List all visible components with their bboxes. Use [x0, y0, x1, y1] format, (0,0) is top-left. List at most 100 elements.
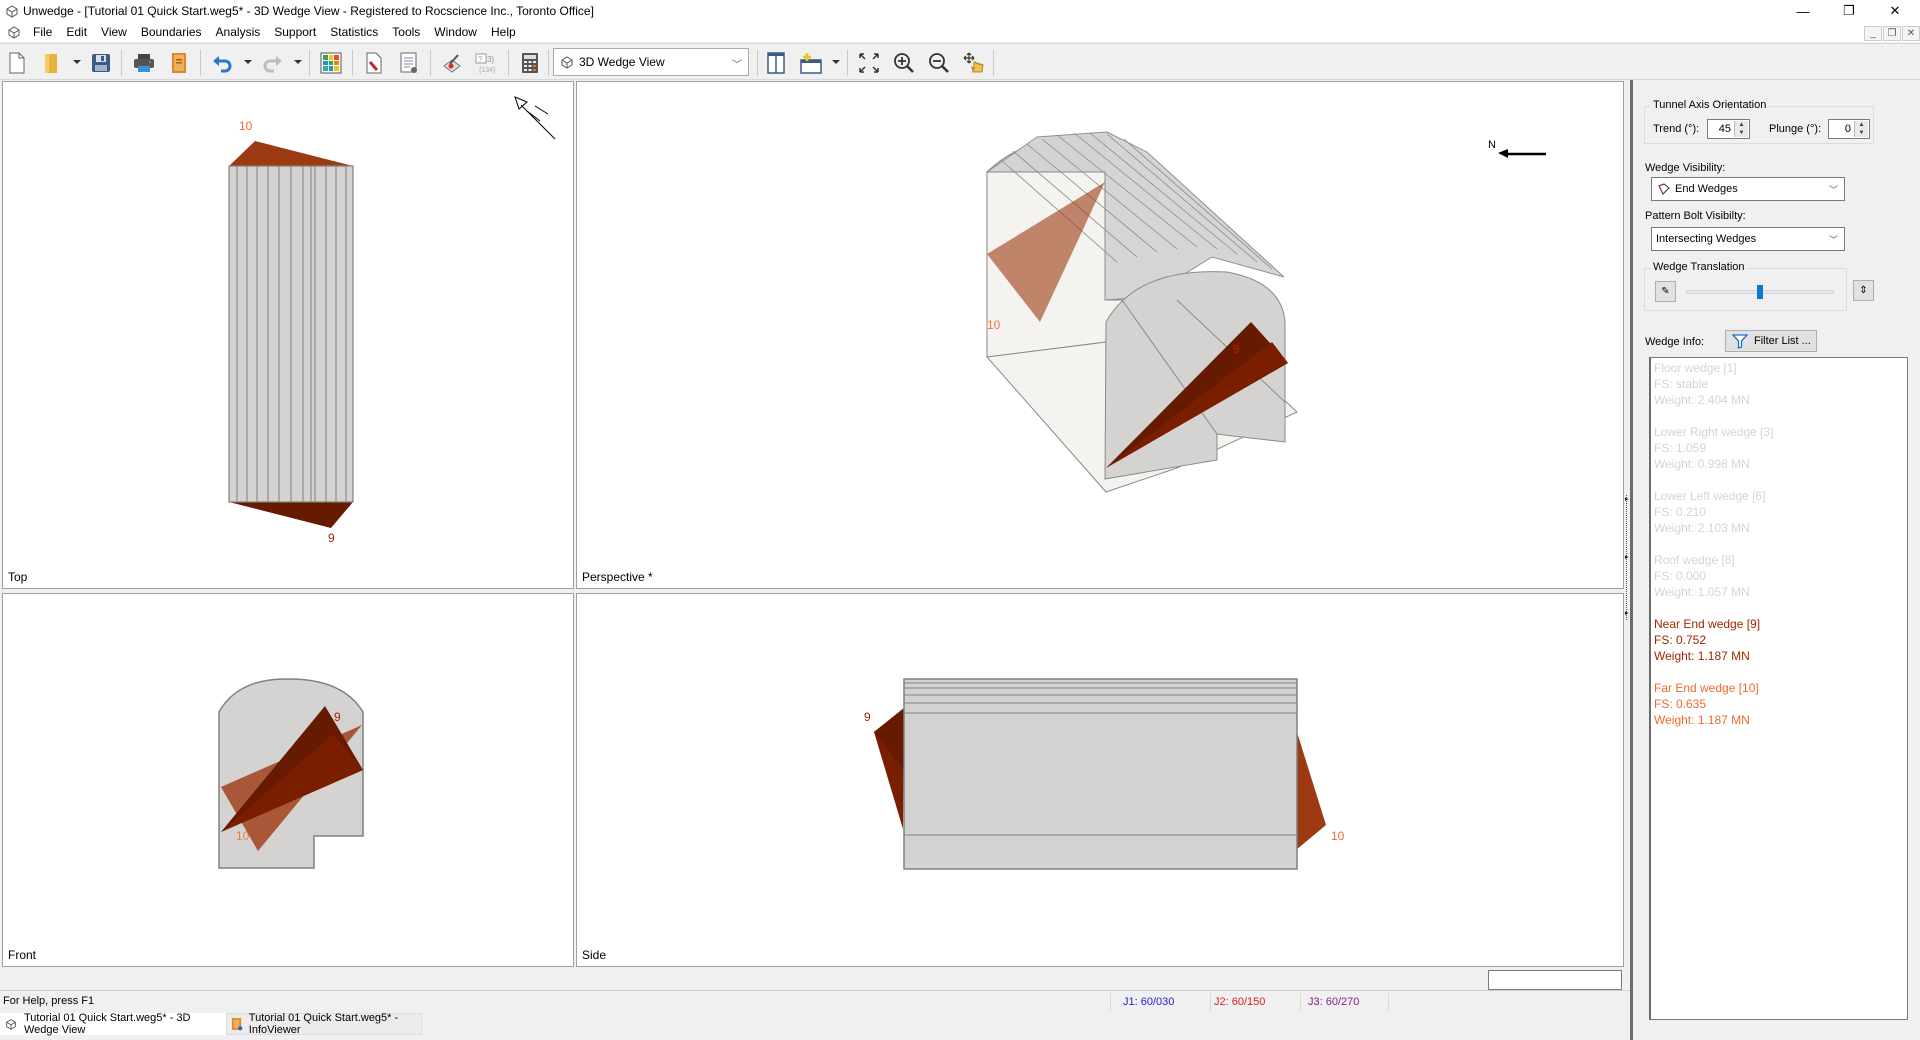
menu-help[interactable]: Help — [484, 25, 523, 39]
wedge-name: Near End wedge [9] — [1654, 617, 1761, 631]
wedge-pick-button[interactable] — [361, 50, 387, 76]
filter-list-button[interactable]: Filter List ... — [1725, 330, 1817, 352]
menu-statistics[interactable]: Statistics — [323, 25, 385, 39]
menu-boundaries[interactable]: Boundaries — [134, 25, 209, 39]
redo-button[interactable] — [259, 50, 285, 76]
plunge-value: 0 — [1844, 123, 1851, 135]
info-viewer-button[interactable] — [166, 50, 192, 76]
viewport-top[interactable]: 10 9 Top — [2, 81, 574, 589]
wedge-fs: FS: 0.000 — [1654, 569, 1707, 583]
wedge-pick-icon — [366, 52, 382, 74]
add-view-dropdown-arrow[interactable] — [832, 60, 840, 64]
wedge-info-item[interactable]: Lower Left wedge [6] FS: 0.210 Weight: 2… — [1654, 488, 1904, 536]
viewport-label: Perspective * — [582, 570, 653, 584]
pane-layout-button[interactable] — [763, 50, 789, 76]
undo-button[interactable] — [210, 50, 236, 76]
joint-edit-button[interactable] — [439, 50, 465, 76]
progress-box — [1488, 970, 1622, 990]
pan-button[interactable] — [961, 50, 987, 76]
translation-slider-thumb[interactable] — [1757, 285, 1763, 299]
wedge-info-list[interactable]: Floor wedge [1] FS: stable Weight: 2.404… — [1649, 357, 1908, 1020]
wedge-info-item[interactable]: Near End wedge [9] FS: 0.752 Weight: 1.1… — [1654, 616, 1904, 664]
zoom-in-button[interactable] — [891, 50, 917, 76]
plunge-spinner-icon[interactable]: ▲ ▼ — [1854, 121, 1868, 137]
numbering-button[interactable]: ? 3} {134} — [474, 50, 500, 76]
menu-file[interactable]: File — [26, 25, 59, 39]
trend-label: Trend (°): — [1653, 123, 1700, 135]
menu-view[interactable]: View — [94, 25, 134, 39]
wedge-info-item[interactable]: Floor wedge [1] FS: stable Weight: 2.404… — [1654, 360, 1904, 408]
expand-arrow-icon[interactable]: ▸ — [1625, 495, 1629, 503]
add-view-button[interactable] — [798, 50, 824, 76]
wedge-info-item[interactable]: Lower Right wedge [3] FS: 1.059 Weight: … — [1654, 424, 1904, 472]
undo-icon — [213, 56, 232, 73]
save-button[interactable] — [88, 50, 114, 76]
zoom-extents-button[interactable] — [856, 50, 882, 76]
translation-slider[interactable] — [1686, 285, 1834, 299]
calculator-button[interactable] — [517, 50, 543, 76]
restore-icon: ❐ — [1887, 28, 1897, 39]
wedge-name: Lower Right wedge [3] — [1654, 425, 1774, 439]
print-button[interactable] — [131, 50, 157, 76]
viewport-front[interactable]: 9 10 Front — [2, 593, 574, 967]
minimize-button[interactable]: — — [1780, 0, 1826, 22]
report-button[interactable] — [396, 50, 422, 76]
report-icon — [400, 52, 417, 73]
tab-label: Tutorial 01 Quick Start.weg5* - InfoView… — [248, 1012, 399, 1036]
mdi-minimize-button[interactable]: _ — [1864, 26, 1882, 41]
expand-arrow-icon[interactable]: ▸ — [1625, 553, 1629, 561]
wedge-weight: Weight: 2.404 MN — [1654, 393, 1750, 407]
wedge-info-item[interactable]: Roof wedge [8] FS: 0.000 Weight: 1.057 M… — [1654, 552, 1904, 600]
far-end-wedge — [229, 141, 353, 166]
filter-icon — [1732, 334, 1748, 349]
tab-info-viewer[interactable]: Tutorial 01 Quick Start.weg5* - InfoView… — [226, 1012, 422, 1036]
undo-dropdown-arrow[interactable] — [244, 60, 252, 64]
redo-dropdown-arrow[interactable] — [294, 60, 302, 64]
menu-tools[interactable]: Tools — [385, 25, 427, 39]
menu-support[interactable]: Support — [267, 25, 323, 39]
restore-button[interactable]: ❐ — [1826, 0, 1872, 22]
tab-3d-wedge-view[interactable]: Tutorial 01 Quick Start.weg5* - 3D Wedge… — [0, 1012, 226, 1036]
menu-analysis[interactable]: Analysis — [209, 25, 268, 39]
color-grid-button[interactable] — [318, 50, 344, 76]
far-wedge-label: 10 — [236, 829, 250, 843]
wedge-info-item[interactable]: Far End wedge [10] FS: 0.635 Weight: 1.1… — [1654, 680, 1904, 728]
viewport-perspective[interactable]: 10 9 N Perspective * — [576, 81, 1624, 589]
perspective-view-canvas — [985, 131, 1298, 493]
mdi-restore-button[interactable]: ❐ — [1883, 26, 1901, 41]
pattern-bolt-select[interactable]: Intersecting Wedges ﹀ — [1651, 227, 1845, 251]
open-button[interactable] — [38, 50, 64, 76]
menu-window[interactable]: Window — [427, 25, 484, 39]
trend-input[interactable]: 45 ▲ ▼ — [1707, 119, 1750, 139]
view-select[interactable]: 3D Wedge View ﹀ — [553, 48, 749, 76]
view-select-value: 3D Wedge View — [579, 55, 665, 69]
trend-spinner-icon[interactable]: ▲ ▼ — [1734, 121, 1748, 137]
filter-list-label: Filter List ... — [1754, 335, 1811, 347]
document-icon[interactable] — [6, 24, 22, 40]
chevron-down-icon: ﹀ — [732, 60, 742, 71]
viewport-side[interactable]: 9 10 Side — [576, 593, 1624, 967]
wedge-weight: Weight: 0.998 MN — [1654, 457, 1750, 471]
pan-icon — [963, 52, 984, 73]
chevron-down-icon: ﹀ — [1828, 235, 1838, 245]
menu-edit[interactable]: Edit — [59, 25, 94, 39]
open-dropdown-arrow[interactable] — [73, 60, 81, 64]
pane-layout-icon — [767, 52, 785, 74]
viewport-label: Top — [8, 570, 28, 584]
close-button[interactable]: ✕ — [1872, 0, 1918, 22]
wedge-visibility-select[interactable]: End Wedges ﹀ — [1651, 177, 1845, 201]
add-view-icon — [800, 53, 822, 74]
zoom-out-button[interactable] — [926, 50, 952, 76]
animate-translation-button[interactable]: ⇕ — [1853, 280, 1874, 301]
reset-translation-button[interactable]: ✎ — [1655, 281, 1676, 302]
expand-arrow-icon[interactable]: ▸ — [1625, 609, 1629, 617]
mdi-close-button[interactable]: ✕ — [1902, 26, 1920, 41]
plunge-input[interactable]: 0 ▲ ▼ — [1828, 119, 1870, 139]
near-end-wedge — [229, 502, 353, 528]
new-button[interactable] — [4, 50, 30, 76]
info-viewer-icon — [231, 1018, 243, 1031]
joint-set-1: J1: 60/030 — [1123, 996, 1175, 1008]
status-bar: For Help, press F1 J1: 60/030 J2: 60/150… — [0, 990, 1630, 1012]
svg-text:{134}: {134} — [479, 67, 496, 74]
front-view-canvas — [218, 678, 364, 869]
